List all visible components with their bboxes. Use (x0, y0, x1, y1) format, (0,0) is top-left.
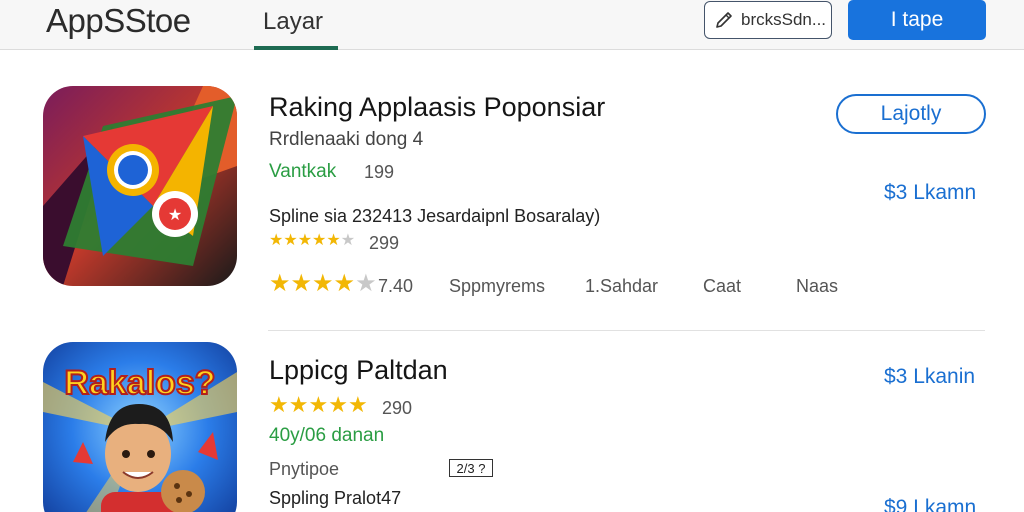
game-logo-text: Rakalos? (64, 364, 215, 402)
star-empty-icon: ★ (340, 232, 356, 249)
star-icon: ★ (312, 232, 327, 249)
meta-item: Caat (703, 276, 742, 296)
star-icon: ★ (297, 232, 313, 249)
app-category[interactable]: Vantkak (269, 161, 336, 183)
tab-layar[interactable]: Layar (254, 0, 338, 50)
app-store-logo[interactable]: AppSStoe (46, 2, 191, 40)
meta-item: 1.Sahdar (585, 276, 659, 296)
star-icon: ★ (269, 270, 291, 297)
star-half-icon: ★ (326, 232, 341, 249)
game-character-icon[interactable]: Rakalos? (43, 342, 237, 512)
rating-count: 290 (382, 398, 413, 418)
star-icon: ★ (269, 392, 289, 417)
app-subtitle: Rrdlenaaki dong 4 (269, 129, 424, 150)
row-divider (268, 330, 985, 331)
app-price-secondary[interactable]: $9 Lkamn (884, 496, 976, 512)
star-icon: ★ (283, 232, 298, 249)
app-price[interactable]: $3 Lkanin (884, 365, 975, 389)
meta-item: Naas (796, 276, 839, 296)
svg-text:★: ★ (168, 207, 182, 224)
app-category[interactable]: 40y/06 danan (269, 425, 384, 447)
chrome-like-icon[interactable]: ★ (43, 86, 237, 286)
star-icon: ★ (288, 392, 309, 417)
star-half-icon: ★ (333, 270, 356, 297)
star-icon: ★ (308, 392, 329, 417)
star-icon: ★ (269, 232, 284, 249)
star-rating-large: ★ ★ ★ ★ ★ (269, 272, 377, 296)
app-price[interactable]: $3 Lkamn (884, 181, 976, 205)
star-icon: ★ (328, 392, 348, 417)
star-half-icon: ★ (347, 392, 368, 417)
star-icon: ★ (290, 270, 313, 297)
tab-label: Layar (263, 8, 324, 35)
app-description: Spline sia 232413 Jesardaipnl Bosaralay) (269, 206, 601, 226)
app-subtitle: Pnytipoe (269, 459, 340, 479)
star-empty-icon: ★ (355, 270, 377, 297)
rating-value: 7.40 (378, 276, 414, 296)
top-bar: AppSStoe Layar brcksSdn... I tape (0, 0, 1024, 50)
rating-count: 299 (369, 233, 400, 253)
search-button[interactable]: brcksSdn... (704, 1, 832, 39)
size-badge: 2/3 ? (449, 459, 493, 477)
app-description: Sppling Pralot47 (269, 488, 402, 508)
meta-item: Sppmyrems (449, 276, 546, 296)
star-icon: ★ (312, 270, 334, 297)
active-tab-indicator (254, 46, 338, 50)
category-count: 199 (364, 162, 395, 182)
app-title[interactable]: Raking Applaasis Poponsiar (269, 92, 605, 123)
pencil-icon (716, 12, 732, 28)
search-button-label: brcksSdn... (741, 10, 827, 29)
star-rating: ★ ★ ★ ★ ★ (269, 394, 368, 416)
primary-action-button[interactable]: I tape (848, 0, 986, 40)
app-title[interactable]: Lppicg Paltdan (269, 355, 448, 386)
get-app-button[interactable]: Lajotly (836, 94, 986, 134)
star-rating-small: ★ ★ ★ ★ ★ ★ (269, 233, 355, 249)
